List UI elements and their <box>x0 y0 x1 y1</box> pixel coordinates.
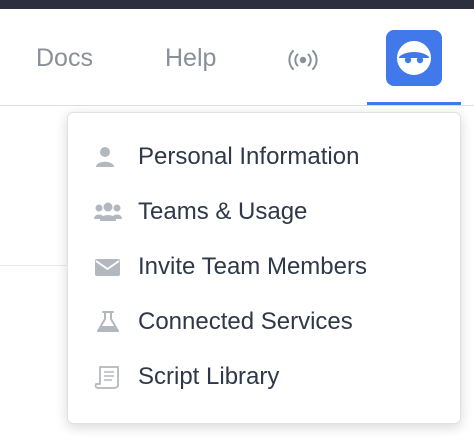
avatar-face-icon <box>397 41 431 75</box>
top-navigation-bar: Docs Help <box>0 9 474 106</box>
background-divider <box>0 265 66 266</box>
top-dark-bar <box>0 0 474 9</box>
active-nav-underline <box>367 102 461 105</box>
menu-item-connected-services[interactable]: Connected Services <box>68 297 460 347</box>
menu-item-personal-information[interactable]: Personal Information <box>68 132 460 182</box>
script-icon <box>94 365 122 389</box>
menu-item-label: Teams & Usage <box>138 198 308 225</box>
nav-link-help[interactable]: Help <box>165 43 216 73</box>
menu-item-label: Connected Services <box>138 308 353 335</box>
menu-item-label: Personal Information <box>138 143 360 170</box>
envelope-icon <box>94 255 122 279</box>
menu-item-invite-team-members[interactable]: Invite Team Members <box>68 242 460 292</box>
menu-item-teams-usage[interactable]: Teams & Usage <box>68 187 460 237</box>
menu-item-script-library[interactable]: Script Library <box>68 352 460 402</box>
nav-link-docs[interactable]: Docs <box>36 43 93 73</box>
broadcast-icon[interactable] <box>286 49 320 71</box>
menu-item-label: Invite Team Members <box>138 253 367 280</box>
menu-item-label: Script Library <box>138 363 280 390</box>
flask-icon <box>94 310 122 334</box>
user-avatar-button[interactable] <box>386 30 442 86</box>
user-icon <box>94 145 122 169</box>
team-icon <box>94 200 122 224</box>
user-dropdown-menu: Personal Information Teams & Usage Invit… <box>67 112 461 424</box>
